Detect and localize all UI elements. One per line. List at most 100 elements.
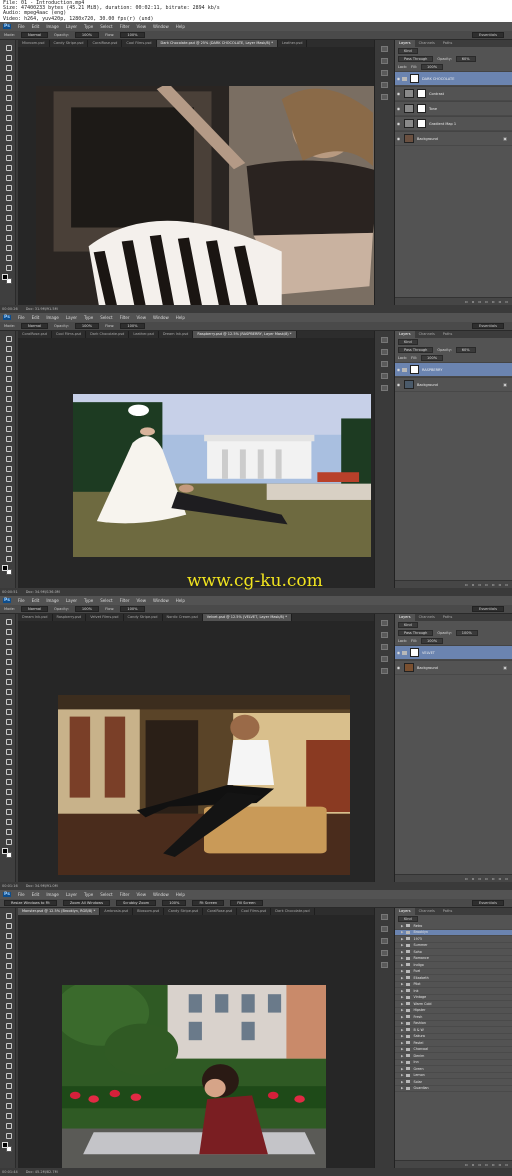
menu-filter[interactable]: Filter	[120, 24, 130, 29]
blur-tool-icon[interactable]	[4, 1032, 12, 1039]
disclosure-triangle-icon[interactable]: ▶	[401, 1067, 404, 1071]
new-group-icon[interactable]: ▫	[492, 582, 495, 587]
panel-tab-channels[interactable]: Channels	[415, 614, 439, 621]
disclosure-triangle-icon[interactable]: ▶	[401, 1041, 404, 1045]
clone-stamp-icon[interactable]	[4, 124, 12, 131]
option-flow-value[interactable]: 100%	[120, 606, 145, 612]
screen-mode-icon[interactable]	[4, 1132, 12, 1139]
healing-brush-icon[interactable]	[4, 395, 12, 402]
shape-tool-icon[interactable]	[4, 505, 12, 512]
move-tool-icon[interactable]	[4, 618, 12, 625]
layer-row[interactable]: ◉ VELVET	[395, 645, 512, 660]
disclosure-triangle-icon[interactable]: ▶	[401, 963, 404, 967]
layer-mask-thumbnail[interactable]	[410, 74, 419, 83]
quick-mask-icon[interactable]	[4, 254, 12, 261]
document-tab[interactable]: Monster.psd @ 12.5% (Brooklyn, RGB/8) *	[18, 908, 101, 915]
styles-icon[interactable]	[381, 373, 388, 379]
adjustments-icon[interactable]	[381, 70, 388, 76]
history-brush-icon[interactable]	[4, 708, 12, 715]
disclosure-triangle-icon[interactable]: ▶	[401, 1028, 404, 1032]
menu-image[interactable]: Image	[46, 24, 59, 29]
shape-tool-icon[interactable]	[4, 788, 12, 795]
edit-toolbar-icon[interactable]	[4, 244, 12, 251]
opacity-input[interactable]: 60%	[455, 347, 476, 353]
history-icon[interactable]	[381, 58, 388, 64]
menu-help[interactable]: Help	[176, 892, 185, 897]
menu-image[interactable]: Image	[46, 598, 59, 603]
menu-type[interactable]: Type	[84, 315, 93, 320]
type-tool-icon[interactable]	[4, 194, 12, 201]
eraser-tool-icon[interactable]	[4, 435, 12, 442]
menu-window[interactable]: Window	[153, 24, 169, 29]
option-opacity-value[interactable]: 100%	[74, 32, 100, 38]
document-tab[interactable]: CoralRose.psd	[203, 908, 238, 915]
disclosure-triangle-icon[interactable]: ▶	[401, 1054, 404, 1058]
layer-row[interactable]: ◉ RASPBERRY	[395, 362, 512, 377]
eye-icon[interactable]: ◉	[395, 91, 402, 96]
quick-select-tool-icon[interactable]	[4, 74, 12, 81]
disclosure-triangle-icon[interactable]: ▶	[401, 1073, 404, 1077]
menu-view[interactable]: View	[136, 315, 146, 320]
document-tab[interactable]: Dark Chocolate.psd	[86, 331, 130, 338]
zoom-tool-icon[interactable]	[4, 525, 12, 532]
document-tab[interactable]: Candy Stripe.psd	[124, 614, 163, 621]
document-tab[interactable]: Blossom.psd	[133, 908, 165, 915]
kind-filter[interactable]: Kind	[398, 48, 418, 54]
menu-layer[interactable]: Layer	[66, 315, 77, 320]
layer-row[interactable]: ◉ DARK CHOCOLATE	[395, 71, 512, 86]
crop-tool-icon[interactable]	[4, 84, 12, 91]
document-tab[interactable]: Candy Stripe.psd	[50, 40, 89, 47]
layer-row[interactable]: ◉ Background ▣	[395, 131, 512, 146]
menu-file[interactable]: File	[18, 315, 25, 320]
layer-row[interactable]: ◉ Gradient Map 1	[395, 116, 512, 131]
healing-brush-icon[interactable]	[4, 972, 12, 979]
document-canvas[interactable]	[18, 338, 374, 588]
hand-tool-icon[interactable]	[4, 224, 12, 231]
foreground-color-swatch[interactable]	[2, 274, 8, 280]
screen-mode-icon[interactable]	[4, 555, 12, 562]
zoom-option[interactable]: Zoom All Windows	[62, 900, 110, 906]
disclosure-triangle-icon[interactable]: ▶	[401, 1015, 404, 1019]
new-layer-icon[interactable]: ▫	[499, 582, 502, 587]
play-icon[interactable]	[381, 620, 388, 626]
document-tab[interactable]: Velvet Films.psd	[86, 614, 124, 621]
menu-type[interactable]: Type	[84, 24, 93, 29]
adjustments-icon[interactable]	[381, 938, 388, 944]
document-tab[interactable]: Dream Ink.psd	[18, 614, 53, 621]
adjustment-layer-icon[interactable]: ▫	[485, 876, 488, 881]
zoom-option[interactable]: Scrubby Zoom	[115, 900, 157, 906]
history-brush-icon[interactable]	[4, 425, 12, 432]
menu-image[interactable]: Image	[46, 892, 59, 897]
dodge-tool-icon[interactable]	[4, 465, 12, 472]
brush-tool-icon[interactable]	[4, 688, 12, 695]
adjustment-layer-icon[interactable]: ▫	[485, 299, 488, 304]
foreground-color-swatch[interactable]	[2, 565, 8, 571]
disclosure-triangle-icon[interactable]: ▶	[401, 1008, 404, 1012]
panel-tab-channels[interactable]: Channels	[415, 908, 439, 915]
path-select-icon[interactable]	[4, 204, 12, 211]
document-tab[interactable]: CoralRose.psd	[18, 331, 52, 338]
trash-icon[interactable]: ▫	[505, 582, 508, 587]
document-tab[interactable]: Cool Films.psd	[237, 908, 272, 915]
history-icon[interactable]	[381, 926, 388, 932]
workspace-switcher[interactable]: Essentials	[472, 32, 504, 38]
lasso-tool-icon[interactable]	[4, 355, 12, 362]
edit-toolbar-icon[interactable]	[4, 535, 12, 542]
styles-icon[interactable]	[381, 82, 388, 88]
dodge-tool-icon[interactable]	[4, 1042, 12, 1049]
type-tool-icon[interactable]	[4, 485, 12, 492]
eyedropper-tool-icon[interactable]	[4, 668, 12, 675]
quick-select-tool-icon[interactable]	[4, 365, 12, 372]
panel-tab-paths[interactable]: Paths	[439, 331, 457, 338]
kind-filter[interactable]: Kind	[398, 339, 418, 345]
lasso-tool-icon[interactable]	[4, 932, 12, 939]
clone-stamp-icon[interactable]	[4, 992, 12, 999]
play-icon[interactable]	[381, 337, 388, 343]
zoom-option[interactable]: 100%	[162, 900, 187, 906]
layer-mask-thumbnail[interactable]	[410, 365, 419, 374]
eye-icon[interactable]: ◉	[395, 382, 402, 387]
eye-icon[interactable]: ◉	[395, 76, 402, 81]
preset-folder-row[interactable]: ▶ Guardian	[395, 1086, 512, 1092]
disclosure-triangle-icon[interactable]: ▶	[401, 1034, 404, 1038]
pen-tool-icon[interactable]	[4, 758, 12, 765]
